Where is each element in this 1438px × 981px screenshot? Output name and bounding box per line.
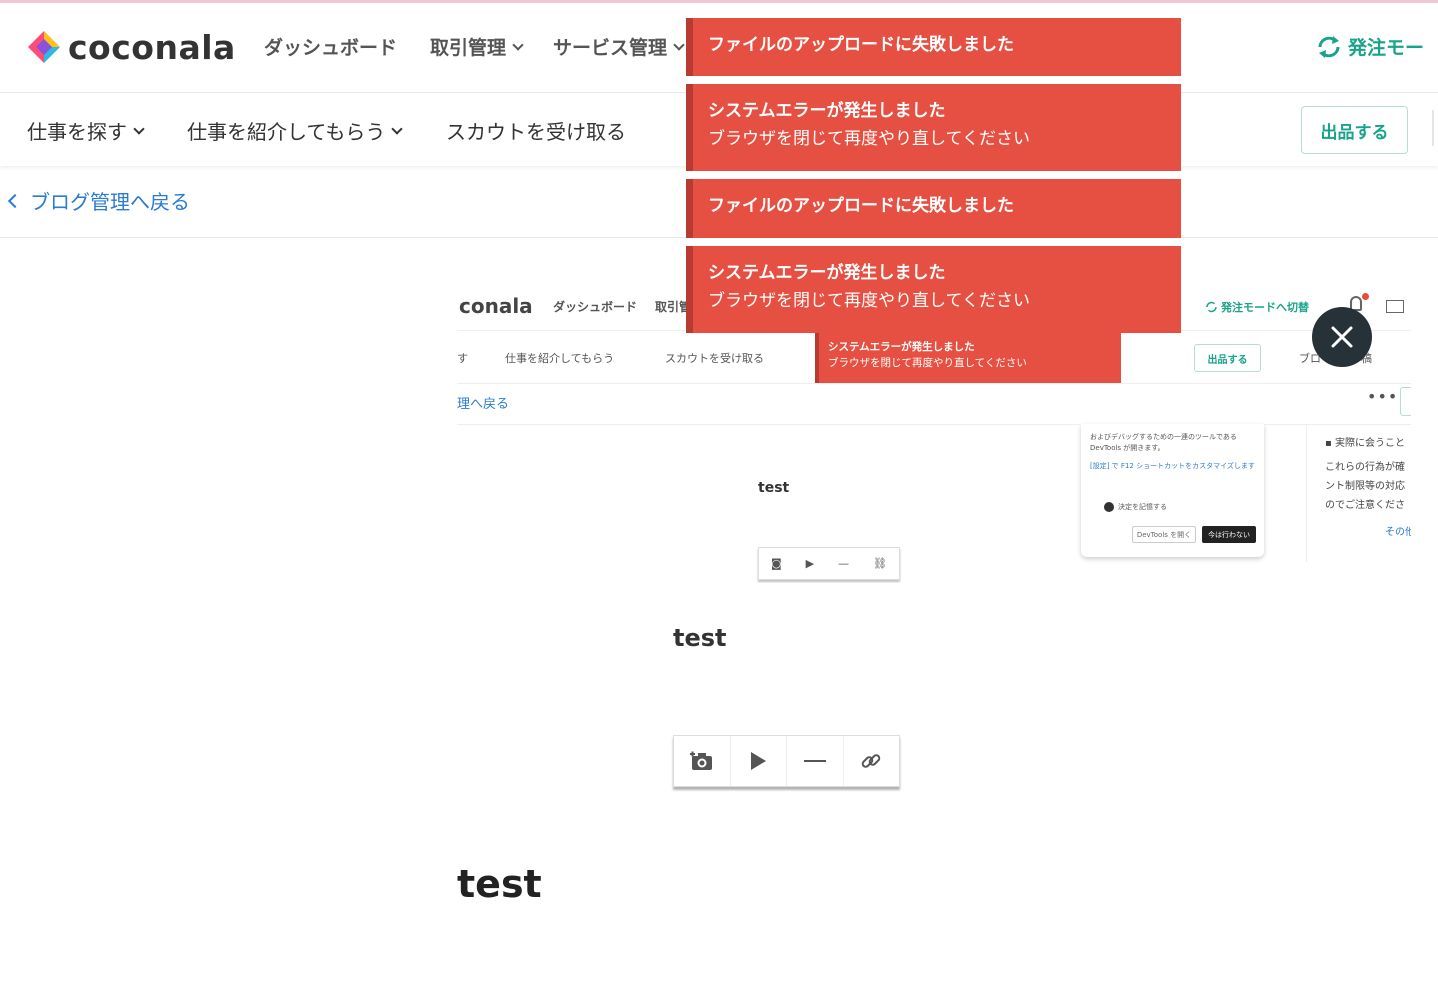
mode-switch-label: 発注モー <box>1348 37 1425 59</box>
embedded-mode-switch-label: 発注モードへ切替 <box>1221 301 1309 314</box>
link-icon: ⛓ <box>873 557 888 570</box>
site-logo[interactable]: coconala <box>26 27 236 67</box>
close-button[interactable] <box>1312 307 1372 367</box>
divider <box>1306 424 1307 562</box>
divider <box>457 383 1411 384</box>
nav-dashboard-label: ダッシュボード <box>264 37 398 59</box>
embedded-nav-introduce-work: 仕事を紹介してもらう <box>505 352 615 365</box>
embedded-error-toast: システムエラーが発生しました ブラウザを閉じて再度やり直してください <box>815 333 1121 384</box>
chevron-down-icon <box>133 122 145 135</box>
mail-icon <box>1386 300 1404 313</box>
error-toast-4[interactable]: システムエラーが発生しました ブラウザを閉じて再度やり直してください <box>686 246 1181 333</box>
embedded-editor-toolbar: ◙ ▶ — ⛓ <box>758 547 900 580</box>
error-toast-2[interactable]: システムエラーが発生しました ブラウザを閉じて再度やり直してください <box>686 84 1181 171</box>
embedded-mode-switch: 発注モードへ切替 <box>1205 299 1309 315</box>
horizontal-rule-icon <box>803 760 826 762</box>
embedded-card-checkbox-label: 決定を記憶する <box>1118 503 1167 511</box>
toast-body: ブラウザを閉じて再度やり直してください <box>708 291 1030 311</box>
error-toast-3[interactable]: ファイルのアップロードに失敗しました <box>686 179 1181 238</box>
back-to-blog-management-link[interactable]: ブログ管理へ戻る <box>7 186 190 215</box>
embedded-card-open-devtools-button: DevTools を開く <box>1132 526 1196 543</box>
checkbox-icon <box>1104 502 1114 512</box>
embedded-nav-find-work: す <box>457 352 468 365</box>
embedded-right-bullet: ▪ 実際に会うこと <box>1325 438 1405 449</box>
insert-video-button[interactable] <box>731 736 787 786</box>
embedded-toast-title: システムエラーが発生しました <box>828 341 975 353</box>
nav-find-work-label: 仕事を探す <box>27 120 127 144</box>
embedded-nav-dashboard: ダッシュボード <box>553 300 638 314</box>
embedded-right-text: これらの行為が確 ント制限等の対応 のでご注意くださ <box>1325 462 1405 511</box>
embedded-devtools-dialog: およびデバッグするための一連のツールである DevTools が開きます。 [設定… <box>1081 424 1264 557</box>
nav-transactions[interactable]: 取引管理 <box>430 33 524 60</box>
insert-image-button[interactable] <box>674 736 731 786</box>
toast-title: ファイルのアップロードに失敗しました <box>708 35 1014 55</box>
embedded-button-edge <box>1400 387 1411 416</box>
editor-text-block[interactable]: test <box>673 624 727 652</box>
nav-receive-scout[interactable]: スカウトを受け取る <box>446 116 626 145</box>
back-link-label: ブログ管理へ戻る <box>30 190 190 214</box>
editor-insert-toolbar <box>673 735 900 787</box>
nav-introduce-work-label: 仕事を紹介してもらう <box>187 120 386 144</box>
embedded-toast-body: ブラウザを閉じて再度やり直してください <box>828 357 1027 369</box>
more-options-icon: ••• <box>1367 387 1399 406</box>
nav-dashboard[interactable]: ダッシュボード <box>264 33 397 60</box>
insert-link-button[interactable] <box>844 736 900 786</box>
embedded-card-text: およびデバッグするための一連のツールである DevTools が開きます。 <box>1090 433 1237 452</box>
nav-introduce-work[interactable]: 仕事を紹介してもらう <box>187 116 404 145</box>
nav-receive-scout-label: スカウトを受け取る <box>446 120 626 144</box>
embedded-nav-receive-scout: スカウトを受け取る <box>665 352 764 365</box>
camera-icon <box>689 751 712 770</box>
embedded-right-link: その他 <box>1385 527 1411 538</box>
nav-services[interactable]: サービス管理 <box>553 33 685 60</box>
coconala-logo-mark-icon <box>28 31 60 63</box>
post-service-button[interactable]: 出品する <box>1301 106 1408 154</box>
chevron-down-icon <box>673 38 685 51</box>
camera-icon: ◙ <box>770 557 782 570</box>
divider <box>1432 110 1434 146</box>
error-toast-1[interactable]: ファイルのアップロードに失敗しました <box>686 18 1181 76</box>
embedded-back-link: 理へ戻る <box>457 397 510 412</box>
toast-title: システムエラーが発生しました <box>708 263 946 283</box>
refresh-icon <box>1318 35 1340 58</box>
toast-title: システムエラーが発生しました <box>708 101 946 121</box>
embedded-post-button: 出品する <box>1194 344 1261 372</box>
editor-heading-block[interactable]: test <box>457 862 542 906</box>
nav-transactions-label: 取引管理 <box>430 37 507 59</box>
chevron-left-icon <box>7 193 23 208</box>
logo-wordmark: coconala <box>68 27 236 67</box>
mode-switch-link[interactable]: 発注モー <box>1316 33 1424 60</box>
divider <box>457 424 1411 425</box>
embedded-logo: conala <box>459 294 533 318</box>
chevron-down-icon <box>391 122 404 135</box>
embedded-card-link: [設定] で F12 ショートカットをカスタマイズします <box>1090 462 1255 470</box>
close-icon <box>1331 326 1353 348</box>
horizontal-rule-icon: — <box>838 557 850 570</box>
play-icon <box>751 752 767 770</box>
play-icon: ▶ <box>805 557 815 570</box>
chevron-down-icon <box>512 38 524 51</box>
refresh-icon <box>1206 301 1217 313</box>
nav-services-label: サービス管理 <box>553 37 668 59</box>
embedded-card-not-now-button: 今は行わない <box>1202 526 1256 543</box>
embedded-test-text: test <box>758 480 790 496</box>
insert-divider-button[interactable] <box>787 736 844 786</box>
link-icon <box>861 754 881 768</box>
nav-find-work[interactable]: 仕事を探す <box>27 116 145 145</box>
toast-body: ブラウザを閉じて再度やり直してください <box>708 129 1030 149</box>
toast-title: ファイルのアップロードに失敗しました <box>708 196 1014 216</box>
notification-dot <box>1362 293 1369 300</box>
